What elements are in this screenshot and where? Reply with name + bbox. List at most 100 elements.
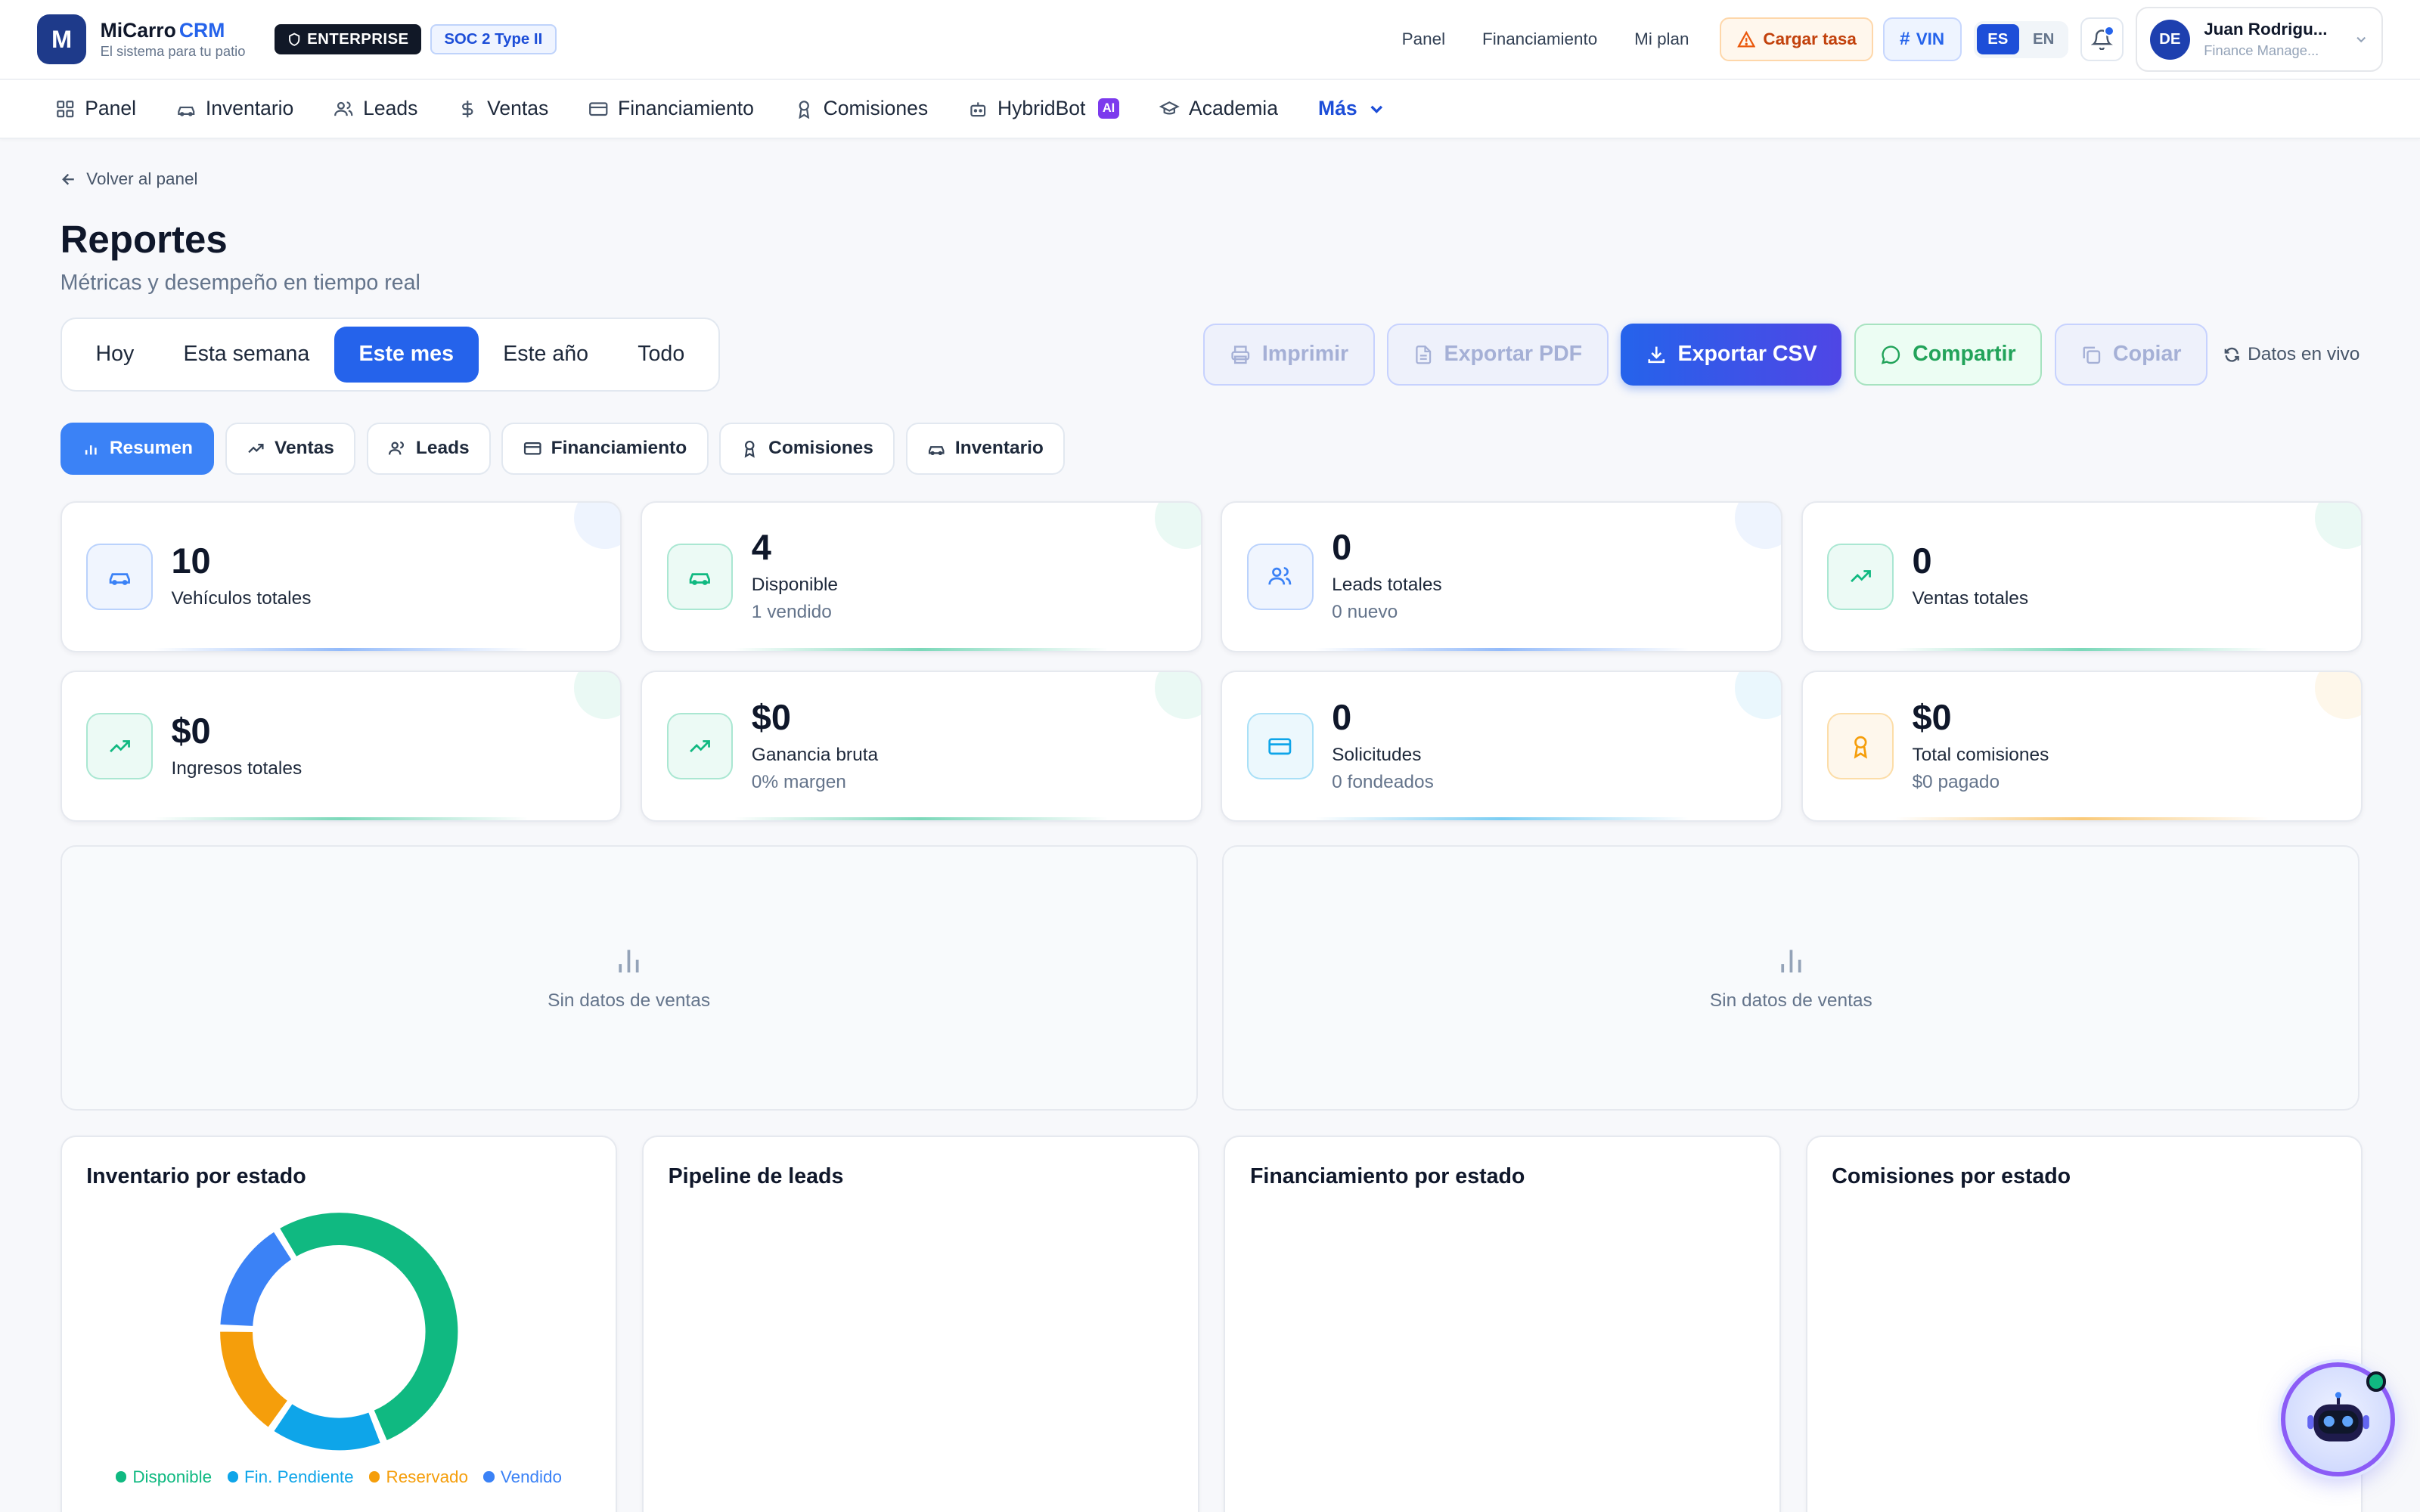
tab-resumen[interactable]: Resumen: [60, 422, 215, 476]
nav-item-academia[interactable]: Academia: [1159, 97, 1278, 120]
kpi-value: $0: [751, 697, 791, 737]
compliance-badge: SOC 2 Type II: [430, 23, 557, 55]
car-icon: [929, 446, 945, 456]
page-subtitle: Métricas y desempeño en tiempo real: [60, 271, 420, 296]
nav-item-inventario[interactable]: Inventario: [176, 97, 293, 120]
live-data-indicator[interactable]: Datos en vivo: [2223, 344, 2360, 365]
back-link[interactable]: Volver al panel: [60, 169, 2360, 189]
trend-up-icon: [109, 740, 130, 753]
period-este-mes[interactable]: Este mes: [334, 327, 479, 383]
chat-bubble-icon: [1882, 345, 1900, 364]
financing-status-card: Financiamiento por estado: [1224, 1135, 1782, 1512]
users-icon: [1268, 567, 1292, 585]
award-icon: [745, 441, 755, 458]
file-text-icon: [1416, 345, 1431, 364]
kpi-value: 0: [1912, 541, 1932, 581]
nav-more-label: Más: [1318, 97, 1357, 120]
kpi-label: Total comisiones: [1912, 744, 2049, 765]
kpi-corner-glow: [2315, 672, 2362, 719]
app-logo[interactable]: M: [36, 14, 87, 64]
chart-legend: Disponible Fin. Pendiente Reservado Vendido: [86, 1467, 591, 1487]
user-menu[interactable]: DE Juan Rodrigu... Finance Manage...: [2136, 7, 2383, 72]
chat-bot-button[interactable]: [2281, 1362, 2396, 1477]
tab-comisiones[interactable]: Comisiones: [718, 422, 895, 476]
legend-label: Vendido: [500, 1467, 562, 1486]
tab-label: Ventas: [275, 438, 334, 459]
nav-label: Ventas: [487, 97, 549, 120]
users-icon: [334, 101, 353, 116]
nav-label: Inventario: [205, 97, 294, 120]
nav-item-comisiones[interactable]: Comisiones: [794, 97, 928, 120]
hash-icon: #: [1899, 29, 1910, 50]
nav-item-hybridbot[interactable]: HybridBot AI: [968, 97, 1120, 120]
nav-item-financiamiento[interactable]: Financiamiento: [588, 97, 754, 120]
top-link-financiamiento[interactable]: Financiamiento: [1482, 29, 1597, 49]
period-hoy[interactable]: Hoy: [71, 327, 159, 382]
report-tabs: Resumen Ventas Leads Financiamiento Comi…: [60, 422, 2360, 476]
lang-en[interactable]: EN: [2022, 24, 2065, 55]
donut-slice-vendido[interactable]: [216, 1227, 296, 1329]
nav-label: Financiamiento: [618, 97, 754, 120]
card-title: Comisiones por estado: [1832, 1164, 2071, 1189]
lang-es[interactable]: ES: [1976, 23, 2019, 55]
page-title: Reportes: [60, 218, 228, 262]
warning-icon: [1736, 30, 1756, 48]
copy-label: Copiar: [2113, 342, 2182, 367]
sales-chart-empty-2: Sin datos de ventas: [1222, 844, 2360, 1111]
export-csv-button[interactable]: Exportar CSV: [1621, 324, 1842, 386]
kpi-corner-glow: [574, 672, 621, 719]
kpi-subtext: 0 nuevo: [1332, 602, 1398, 623]
top-link-panel[interactable]: Panel: [1402, 29, 1445, 49]
kpi-corner-glow: [1734, 672, 1782, 719]
kpi-label: Vehículos totales: [171, 588, 312, 609]
language-switch: ES EN: [1973, 20, 2068, 58]
tab-leads[interactable]: Leads: [366, 422, 492, 476]
kpi-card: $0 Ganancia bruta 0% margen: [640, 671, 1202, 823]
legend-swatch: [369, 1471, 380, 1483]
nav-item-leads[interactable]: Leads: [334, 97, 417, 120]
load-rate-button[interactable]: Cargar tasa: [1720, 17, 1874, 61]
leads-pipeline-card: Pipeline de leads: [641, 1135, 1199, 1512]
copy-button[interactable]: Copiar: [2054, 324, 2208, 386]
car-icon: [689, 573, 711, 586]
vin-button[interactable]: # VIN: [1882, 17, 1962, 61]
export-pdf-button[interactable]: Exportar PDF: [1387, 324, 1609, 386]
period-este-ano[interactable]: Este año: [479, 327, 613, 382]
export-csv-label: Exportar CSV: [1677, 342, 1817, 367]
kpi-value: 0: [1332, 697, 1352, 737]
period-todo[interactable]: Todo: [613, 327, 709, 382]
tab-label: Financiamiento: [551, 438, 687, 459]
kpi-card: 0 Ventas totales: [1801, 500, 2363, 652]
print-button[interactable]: Imprimir: [1203, 324, 1375, 386]
kpi-label: Ganancia bruta: [751, 744, 879, 765]
inventory-status-card: Inventario por estado Disponible Fin. Pen…: [60, 1135, 618, 1512]
dollar-icon: [462, 100, 473, 117]
nav-item-panel[interactable]: Panel: [55, 97, 136, 120]
donut-slice-fin-pendiente[interactable]: [269, 1399, 384, 1454]
top-link-mi-plan[interactable]: Mi plan: [1634, 29, 1689, 49]
arrow-left-icon: [61, 174, 74, 185]
kpi-card: 0 Leads totales 0 nuevo: [1221, 500, 1783, 652]
kpi-label: Disponible: [751, 575, 839, 596]
bar-chart-icon: [619, 950, 639, 973]
notification-dot: [2103, 25, 2114, 36]
tab-inventario[interactable]: Inventario: [905, 422, 1066, 476]
nav-more-menu[interactable]: Más: [1318, 97, 1386, 120]
kpi-value: 10: [171, 541, 211, 581]
nav-item-ventas[interactable]: Ventas: [458, 97, 548, 120]
tab-ventas[interactable]: Ventas: [225, 422, 356, 476]
period-esta-semana[interactable]: Esta semana: [159, 327, 334, 382]
donut-slice-disponible[interactable]: [275, 1209, 461, 1445]
user-name: Juan Rodrigu...: [2204, 20, 2328, 39]
notifications-button[interactable]: [2080, 17, 2124, 61]
kpi-card: 4 Disponible 1 vendido: [640, 500, 1202, 652]
donut-slice-reservado[interactable]: [216, 1328, 292, 1431]
tab-financiamiento[interactable]: Financiamiento: [501, 422, 709, 476]
kpi-card: $0 Ingresos totales: [60, 671, 622, 823]
card-icon: [1268, 738, 1292, 755]
trend-up-icon: [690, 740, 711, 753]
robot-icon: [2307, 1391, 2369, 1442]
legend-item: Reservado: [369, 1467, 468, 1487]
share-button[interactable]: Compartir: [1854, 324, 2043, 386]
tab-label: Resumen: [109, 438, 193, 459]
